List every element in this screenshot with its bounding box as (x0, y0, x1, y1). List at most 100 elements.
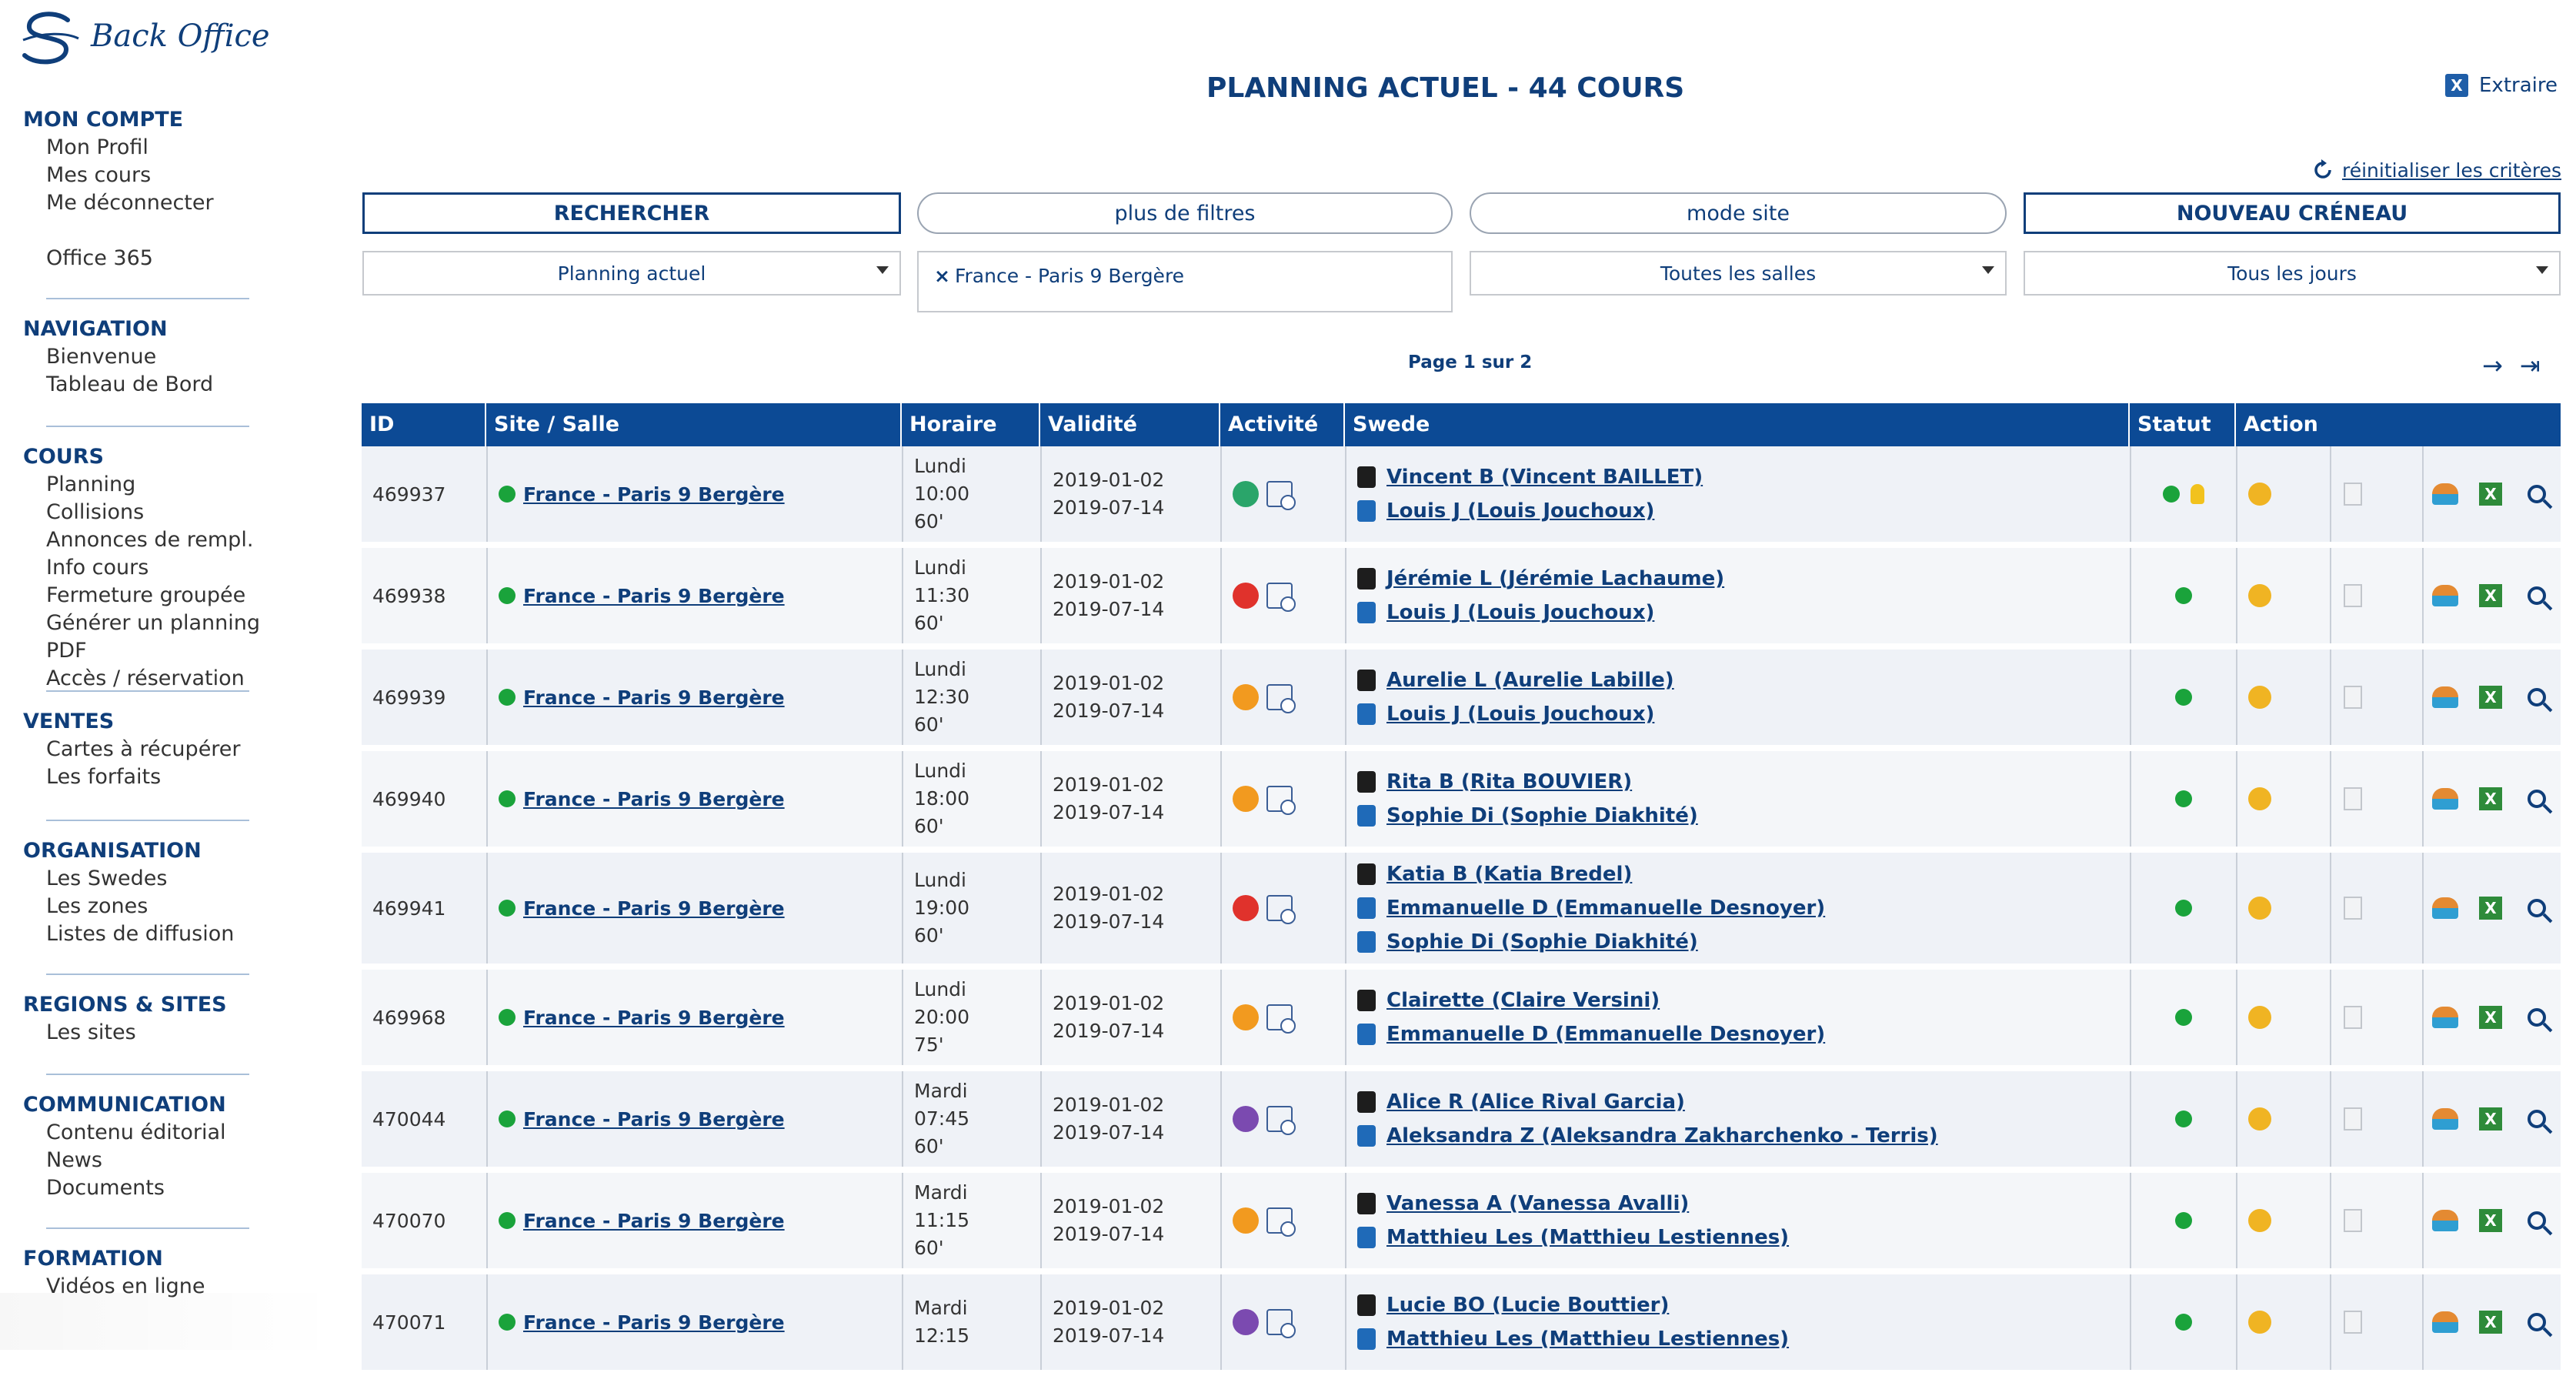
copy-action[interactable] (2330, 853, 2374, 964)
swede-link[interactable]: Aurelie L (Aurelie Labille) (1357, 669, 1674, 692)
lightbulb-icon[interactable] (2191, 484, 2204, 504)
excel-export-action[interactable]: X (2468, 751, 2513, 847)
sidebar-item[interactable]: Mes cours (23, 162, 285, 189)
swede-link[interactable]: Sophie Di (Sophie Diakhité) (1357, 930, 1825, 954)
header-col-validite[interactable]: Validité (1040, 403, 1220, 446)
site-filter-input[interactable]: × France - Paris 9 Bergère (917, 251, 1453, 312)
excel-export-action[interactable]: X (2468, 650, 2513, 745)
sidebar-item[interactable]: Générer un planning PDF (23, 610, 285, 665)
new-slot-button[interactable]: NOUVEAU CRÉNEAU (2024, 192, 2561, 234)
search-action[interactable] (2514, 1274, 2559, 1370)
site-link[interactable]: France - Paris 9 Bergère (499, 1007, 785, 1029)
participants-action[interactable] (2422, 1071, 2467, 1167)
site-link[interactable]: France - Paris 9 Bergère (499, 897, 785, 920)
swede-link[interactable]: Alice R (Alice Rival Garcia) (1357, 1090, 1938, 1114)
search-action[interactable] (2514, 751, 2559, 847)
search-action[interactable] (2514, 548, 2559, 643)
activity-icon[interactable] (1233, 481, 1259, 507)
last-page-icon[interactable]: ⇥ (2520, 351, 2541, 380)
activity-icon[interactable] (1233, 786, 1259, 812)
header-col-id[interactable]: ID (362, 403, 486, 446)
header-col-action[interactable]: Action (2236, 403, 2561, 446)
activity-icon[interactable] (1233, 1309, 1259, 1335)
calendar-clock-icon[interactable] (1266, 1309, 1296, 1338)
sidebar-item[interactable]: Office 365 (23, 245, 285, 272)
site-link[interactable]: France - Paris 9 Bergère (499, 1311, 785, 1334)
excel-export-action[interactable]: X (2468, 446, 2513, 542)
excel-export-action[interactable]: X (2468, 1173, 2513, 1268)
activity-icon[interactable] (1233, 583, 1259, 609)
copy-action[interactable] (2330, 1274, 2374, 1370)
header-col-activite[interactable]: Activité (1220, 403, 1345, 446)
search-button[interactable]: RECHERCHER (362, 192, 901, 234)
swede-link[interactable]: Sophie Di (Sophie Diakhité) (1357, 804, 1698, 827)
sidebar-item[interactable]: Cartes à récupérer (23, 736, 285, 763)
days-select[interactable]: Tous les jours (2024, 251, 2561, 296)
rooms-select[interactable]: Toutes les salles (1470, 251, 2007, 296)
replace-action[interactable] (2237, 1071, 2282, 1167)
swede-link[interactable]: Matthieu Les (Matthieu Lestiennes) (1357, 1226, 1789, 1249)
calendar-clock-icon[interactable] (1266, 1106, 1296, 1135)
participants-action[interactable] (2422, 1274, 2467, 1370)
header-col-horaire[interactable]: Horaire (902, 403, 1040, 446)
excel-export-action[interactable]: X (2468, 1274, 2513, 1370)
search-action[interactable] (2514, 650, 2559, 745)
sidebar-item[interactable]: Bienvenue (23, 343, 285, 371)
copy-action[interactable] (2330, 1173, 2374, 1268)
sidebar-item[interactable]: Les forfaits (23, 763, 285, 791)
site-link[interactable]: France - Paris 9 Bergère (499, 686, 785, 709)
search-action[interactable] (2514, 1071, 2559, 1167)
export-button[interactable]: X Extraire (2445, 74, 2558, 97)
sidebar-item[interactable]: Contenu éditorial (23, 1119, 285, 1147)
swede-link[interactable]: Louis J (Louis Jouchoux) (1357, 499, 1703, 523)
header-col-swede[interactable]: Swede (1345, 403, 2130, 446)
activity-icon[interactable] (1233, 684, 1259, 710)
header-col-statut[interactable]: Statut (2130, 403, 2236, 446)
remove-tag-icon[interactable]: × (934, 265, 950, 287)
participants-action[interactable] (2422, 970, 2467, 1065)
next-page-icon[interactable]: → (2482, 351, 2503, 380)
search-action[interactable] (2514, 1173, 2559, 1268)
swede-link[interactable]: Emmanuelle D (Emmanuelle Desnoyer) (1357, 897, 1825, 920)
replace-action[interactable] (2237, 446, 2282, 542)
site-link[interactable]: France - Paris 9 Bergère (499, 788, 785, 810)
replace-action[interactable] (2237, 1274, 2282, 1370)
activity-icon[interactable] (1233, 1004, 1259, 1030)
calendar-clock-icon[interactable] (1266, 786, 1296, 815)
search-action[interactable] (2514, 853, 2559, 964)
copy-action[interactable] (2330, 548, 2374, 643)
copy-action[interactable] (2330, 1071, 2374, 1167)
calendar-clock-icon[interactable] (1266, 481, 1296, 510)
activity-icon[interactable] (1233, 1106, 1259, 1132)
swede-link[interactable]: Matthieu Les (Matthieu Lestiennes) (1357, 1328, 1789, 1351)
sidebar-item[interactable]: Mon Profil (23, 134, 285, 162)
activity-icon[interactable] (1233, 895, 1259, 921)
site-link[interactable]: France - Paris 9 Bergère (499, 483, 785, 506)
participants-action[interactable] (2422, 751, 2467, 847)
calendar-clock-icon[interactable] (1266, 684, 1296, 713)
replace-action[interactable] (2237, 650, 2282, 745)
participants-action[interactable] (2422, 1173, 2467, 1268)
logo[interactable]: Back Office (20, 9, 270, 68)
replace-action[interactable] (2237, 751, 2282, 847)
participants-action[interactable] (2422, 853, 2467, 964)
sidebar-item[interactable]: Collisions (23, 499, 285, 526)
participants-action[interactable] (2422, 446, 2467, 542)
calendar-clock-icon[interactable] (1266, 583, 1296, 612)
sidebar-item[interactable]: Les zones (23, 893, 285, 920)
participants-action[interactable] (2422, 650, 2467, 745)
swede-link[interactable]: Louis J (Louis Jouchoux) (1357, 601, 1724, 624)
excel-export-action[interactable]: X (2468, 1071, 2513, 1167)
swede-link[interactable]: Lucie BO (Lucie Bouttier) (1357, 1294, 1789, 1317)
swede-link[interactable]: Aleksandra Z (Aleksandra Zakharchenko - … (1357, 1124, 1938, 1147)
swede-link[interactable]: Louis J (Louis Jouchoux) (1357, 703, 1674, 726)
replace-action[interactable] (2237, 853, 2282, 964)
sidebar-item[interactable]: Tableau de Bord (23, 371, 285, 399)
excel-export-action[interactable]: X (2468, 548, 2513, 643)
planning-select[interactable]: Planning actuel (362, 251, 901, 296)
participants-action[interactable] (2422, 548, 2467, 643)
header-col-site[interactable]: Site / Salle (486, 403, 902, 446)
swede-link[interactable]: Clairette (Claire Versini) (1357, 989, 1825, 1012)
swede-link[interactable]: Jérémie L (Jérémie Lachaume) (1357, 567, 1724, 590)
more-filters-button[interactable]: plus de filtres (917, 192, 1453, 234)
